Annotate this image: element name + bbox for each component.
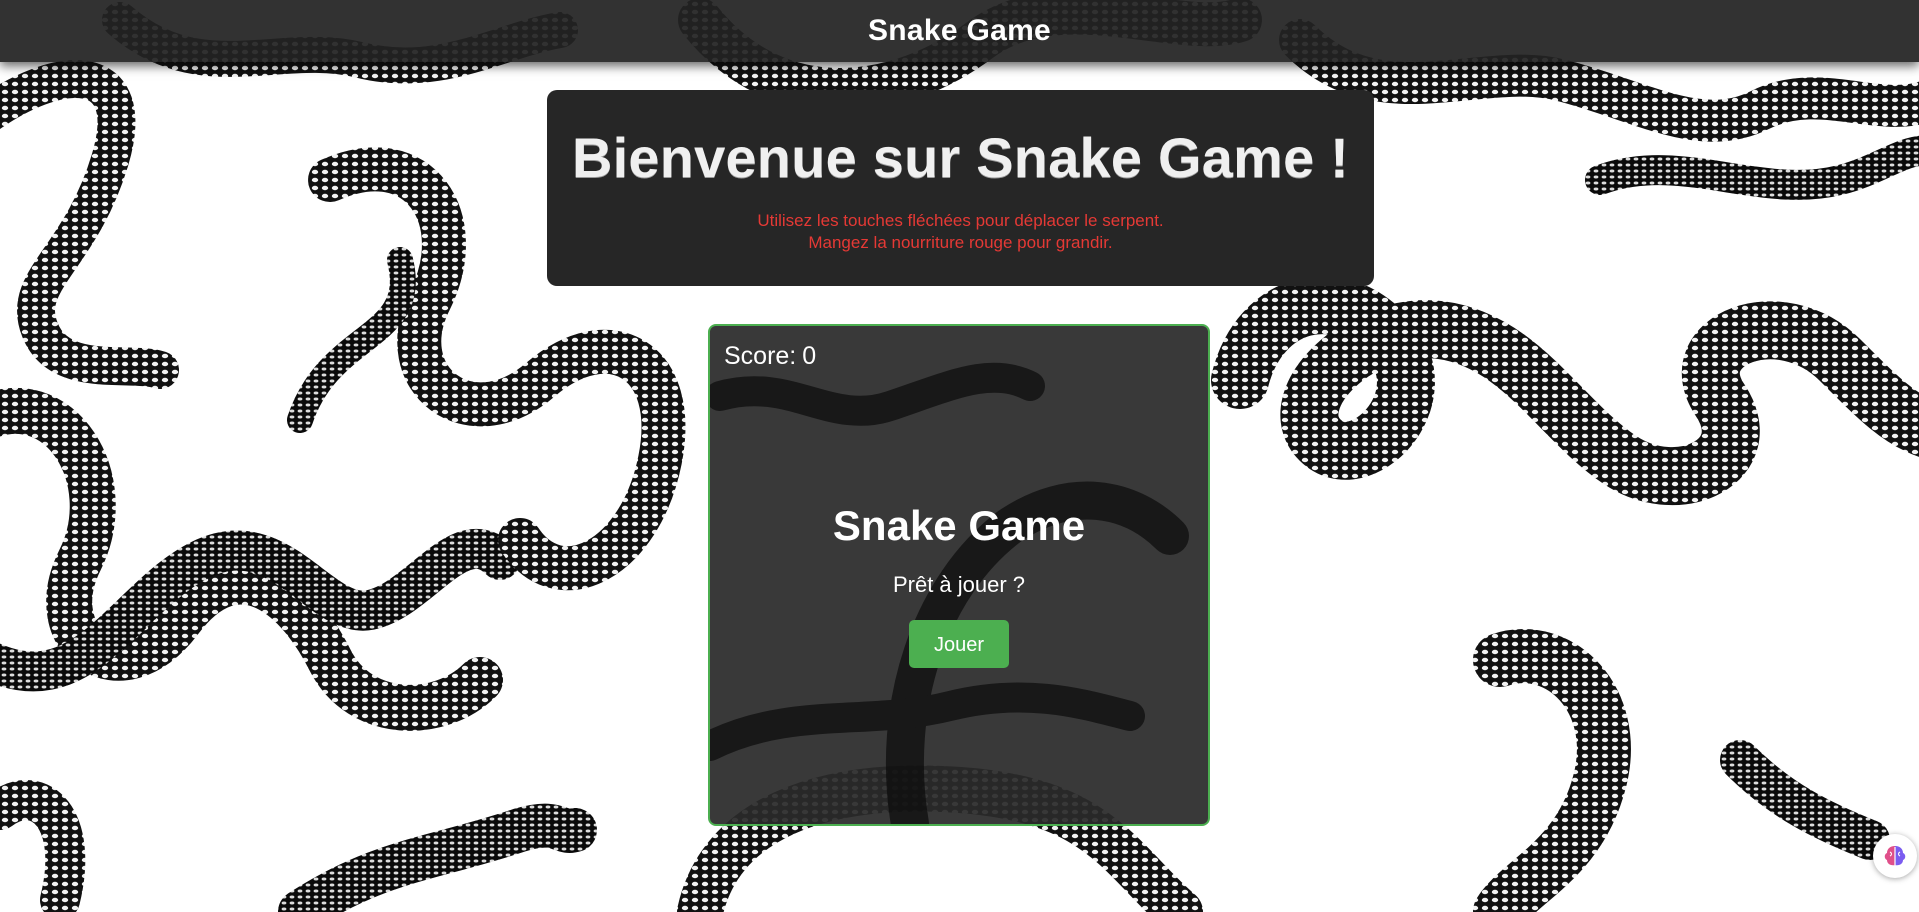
brain-icon — [1884, 846, 1906, 866]
game-board[interactable]: Score: 0 Snake Game Prêt à jouer ? Jouer — [708, 324, 1210, 826]
score-label: Score: — [724, 342, 797, 370]
top-bar: Snake Game — [0, 0, 1919, 62]
score-value: 0 — [802, 342, 817, 370]
welcome-panel: Bienvenue sur Snake Game ! Utilisez les … — [547, 90, 1374, 286]
welcome-heading: Bienvenue sur Snake Game ! — [571, 126, 1350, 189]
site-title: Snake Game — [867, 14, 1052, 47]
start-overlay: Snake Game Prêt à jouer ? Jouer — [710, 502, 1208, 668]
instructions: Utilisez les touches fléchées pour dépla… — [547, 210, 1374, 254]
play-button[interactable]: Jouer — [909, 620, 1009, 668]
score-display: Score: 0 — [724, 342, 816, 371]
instruction-line-2: Mangez la nourriture rouge pour grandir. — [808, 233, 1113, 252]
assistant-button[interactable] — [1873, 834, 1917, 878]
overlay-title: Snake Game — [832, 502, 1086, 549]
instruction-line-1: Utilisez les touches fléchées pour dépla… — [757, 211, 1164, 230]
overlay-subtitle: Prêt à jouer ? — [892, 572, 1026, 597]
